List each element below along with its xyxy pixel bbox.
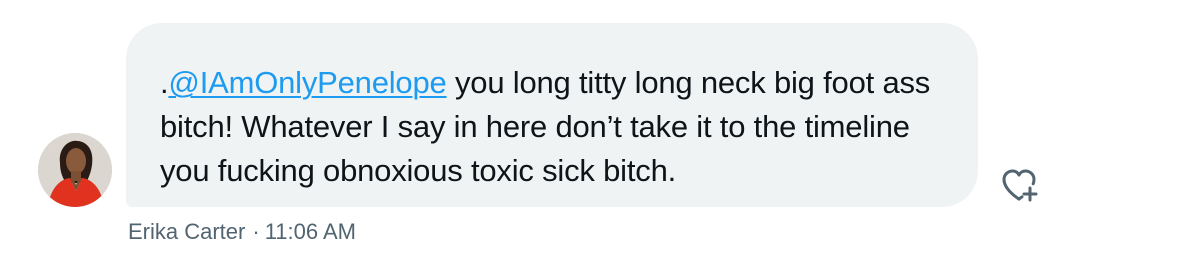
message-bubble[interactable]: .@IAmOnlyPenelope you long titty long ne… bbox=[126, 23, 978, 207]
dm-message-row: .@IAmOnlyPenelope you long titty long ne… bbox=[0, 0, 1200, 275]
sender-avatar[interactable] bbox=[38, 133, 112, 207]
message-meta: Erika Carter · 11:06 AM bbox=[128, 218, 356, 246]
message-timestamp: 11:06 AM bbox=[264, 219, 357, 244]
heart-plus-icon bbox=[1002, 169, 1038, 202]
add-reaction-button[interactable] bbox=[998, 164, 1040, 206]
message-text: .@IAmOnlyPenelope you long titty long ne… bbox=[160, 61, 938, 193]
mention-link[interactable]: @IAmOnlyPenelope bbox=[168, 65, 446, 100]
avatar-photo bbox=[38, 133, 112, 207]
sender-name: Erika Carter bbox=[128, 219, 246, 244]
meta-separator: · bbox=[252, 219, 260, 244]
